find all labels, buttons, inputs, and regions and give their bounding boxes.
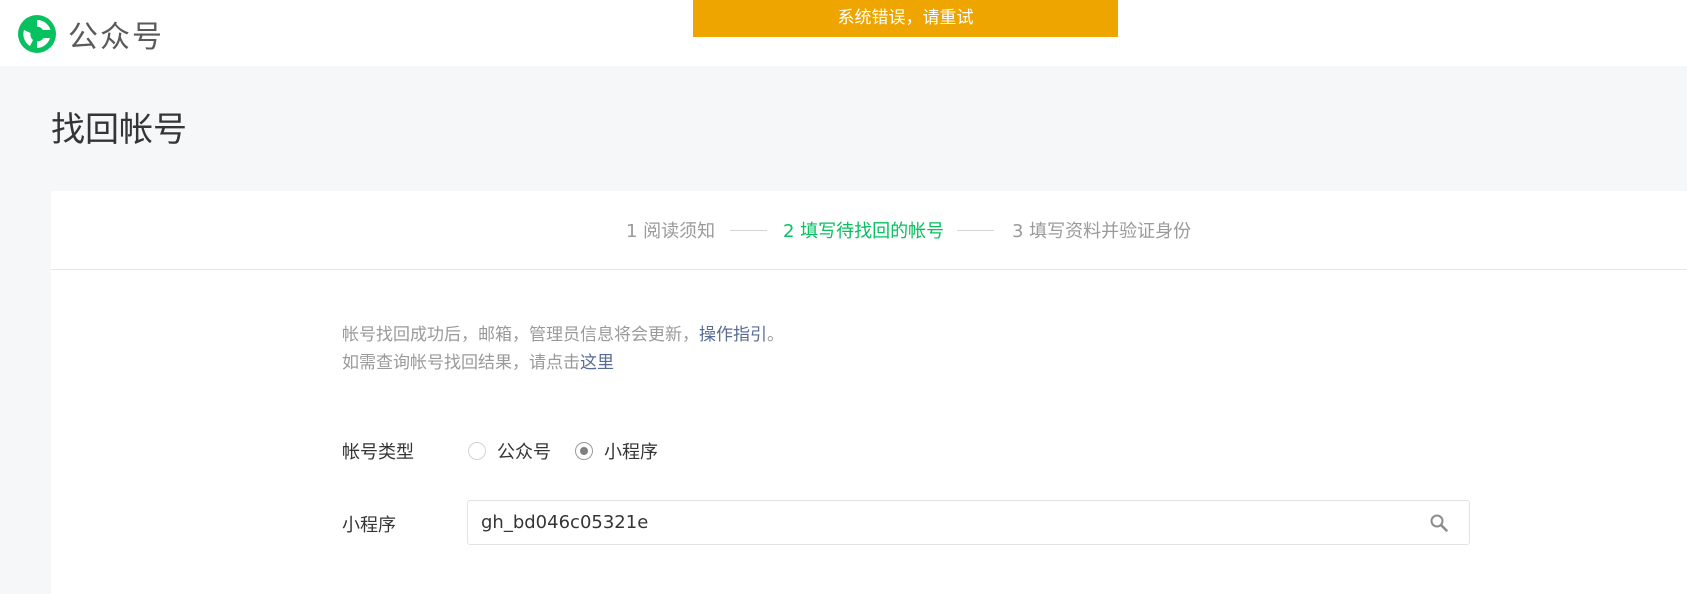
account-type-radio-group: 公众号 小程序 [468, 437, 682, 465]
radio-official-account-label[interactable]: 公众号 [497, 438, 551, 464]
notice-text: 帐号找回成功后，邮箱，管理员信息将会更新，操作指引。 如需查询帐号找回结果，请点… [342, 321, 784, 377]
logo[interactable]: 公众号 [16, 12, 164, 56]
operation-guide-link[interactable]: 操作指引 [699, 325, 767, 345]
step-separator [957, 230, 994, 231]
query-result-link[interactable]: 这里 [580, 353, 614, 373]
page-title: 找回帐号 [51, 110, 187, 150]
step-3: 3 填写资料并验证身份 [1012, 221, 1192, 242]
radio-official-account[interactable] [468, 442, 486, 460]
logo-text: 公众号 [68, 20, 164, 55]
notice-line-2: 如需查询帐号找回结果，请点击这里 [342, 353, 614, 373]
account-search-box [467, 500, 1470, 545]
account-label: 小程序 [342, 515, 396, 536]
wechat-official-account-logo-icon [18, 15, 56, 53]
radio-mini-program-label[interactable]: 小程序 [604, 438, 658, 464]
account-type-label: 帐号类型 [342, 442, 414, 463]
account-search-input[interactable] [481, 501, 1411, 544]
search-icon[interactable] [1429, 513, 1449, 533]
main-panel: 1 阅读须知 2 填写待找回的帐号 3 填写资料并验证身份 帐号找回成功后，邮箱… [51, 191, 1687, 594]
step-1: 1 阅读须知 [626, 221, 716, 242]
step-separator [730, 230, 767, 231]
error-toast: 系统错误，请重试 [693, 0, 1118, 37]
radio-mini-program[interactable] [575, 442, 593, 460]
notice-line-1: 帐号找回成功后，邮箱，管理员信息将会更新，操作指引。 [342, 325, 784, 345]
step-2: 2 填写待找回的帐号 [783, 221, 945, 242]
step-indicator: 1 阅读须知 2 填写待找回的帐号 3 填写资料并验证身份 [51, 191, 1687, 270]
